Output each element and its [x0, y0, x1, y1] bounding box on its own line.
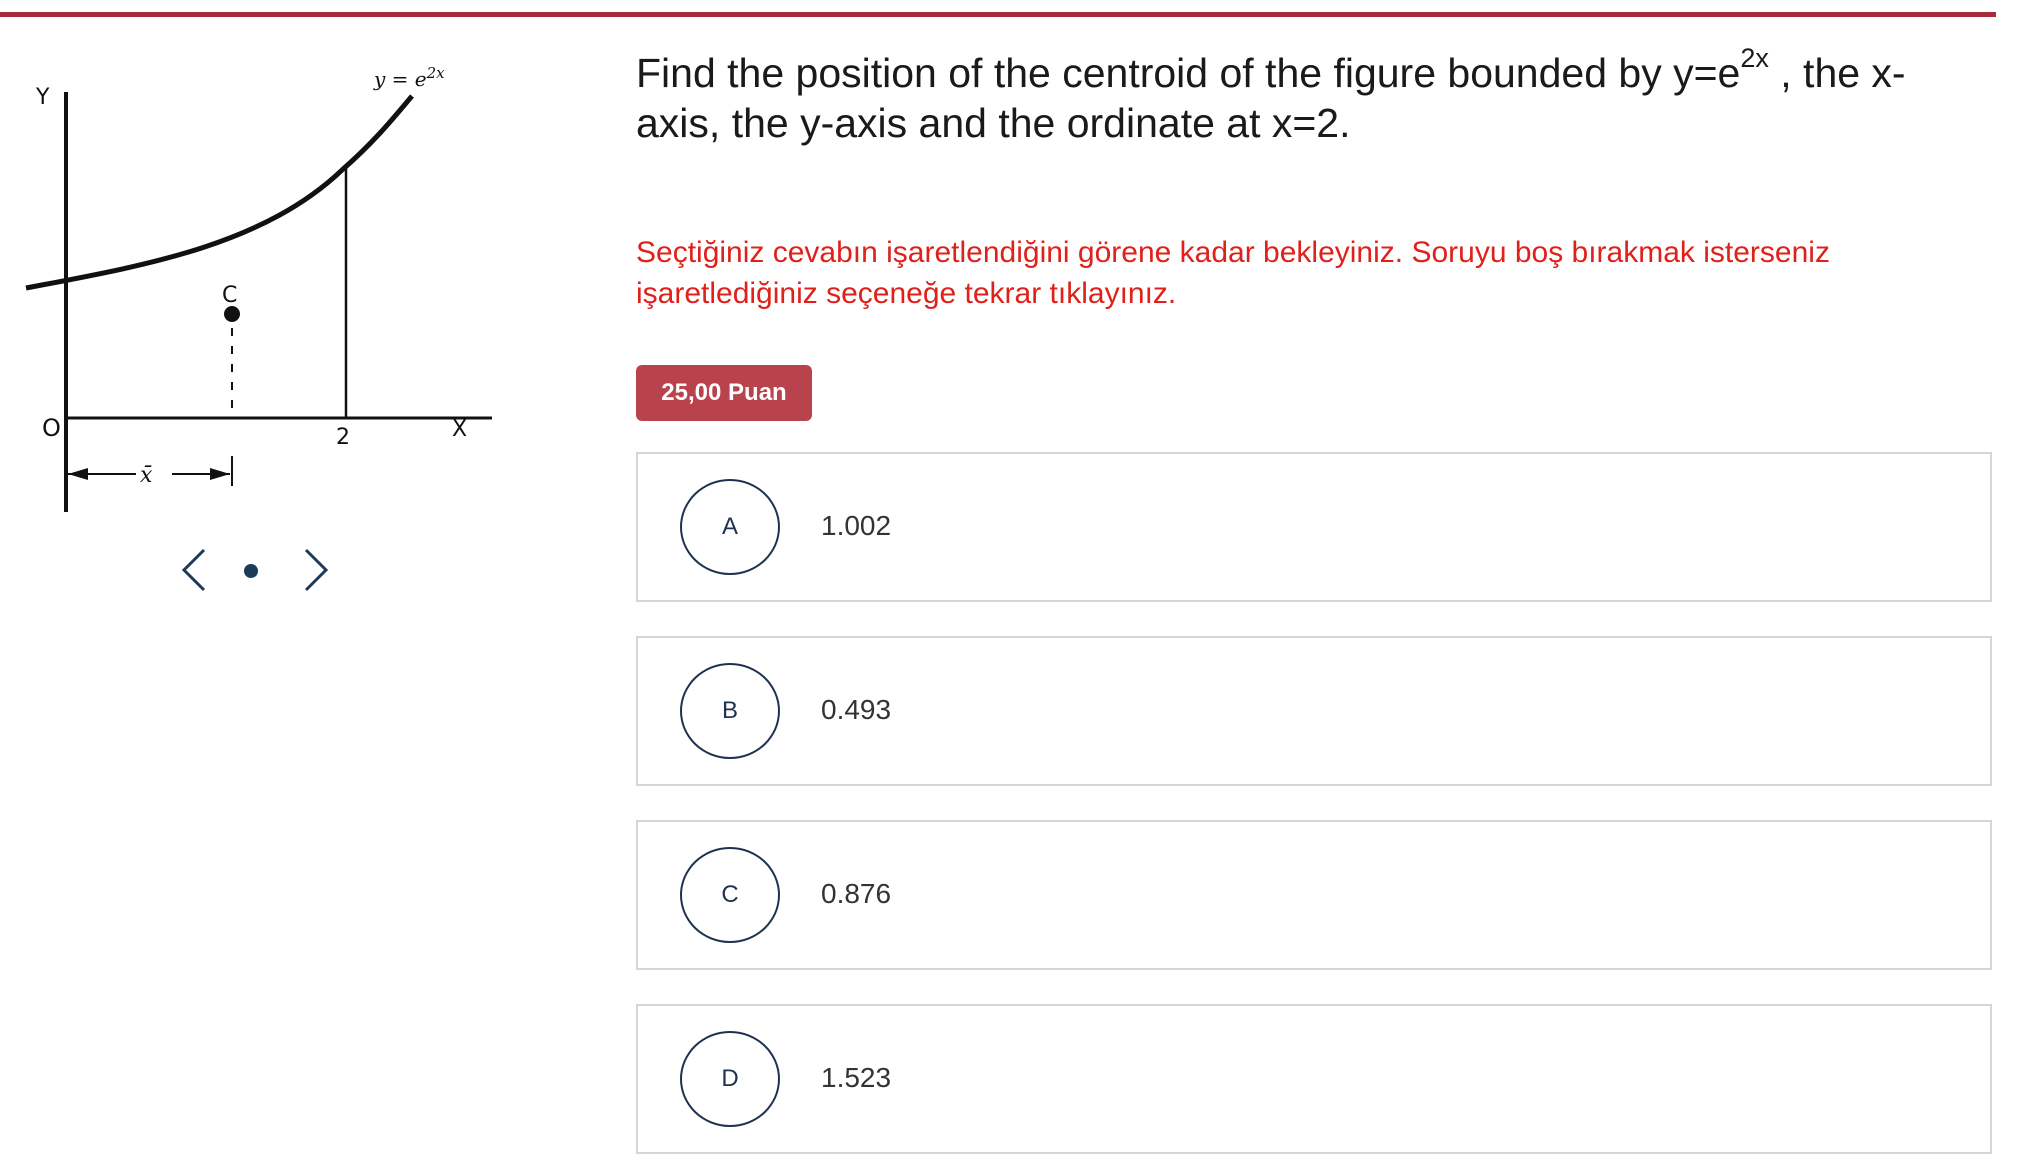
xbar-arrowhead-right	[210, 468, 230, 480]
points-badge: 25,00 Puan	[636, 365, 812, 421]
question-figure: Y X O C 2 x̄ y = e2x	[22, 56, 502, 536]
centroid-label: C	[222, 283, 237, 308]
option-letter-circle[interactable]: C	[680, 847, 780, 943]
question-text: Find the position of the centroid of the…	[636, 45, 1976, 148]
option-value: 0.876	[821, 878, 892, 909]
question-superscript: 2x	[1740, 43, 1769, 74]
origin-label: O	[42, 414, 61, 442]
option-letter-circle[interactable]: B	[680, 663, 780, 759]
centroid-diagram: Y X O C 2 x̄ y = e2x	[25, 64, 492, 512]
question-text-before: Find the position of the centroid of the…	[636, 50, 1741, 96]
xbar-label: x̄	[140, 463, 153, 488]
centroid-point	[224, 306, 240, 322]
carousel-dot-indicator[interactable]	[244, 564, 258, 578]
chevron-left-icon	[181, 548, 206, 592]
answer-option-d[interactable]: D 1.523	[636, 1004, 1992, 1154]
exponential-curve	[25, 94, 414, 291]
chevron-right-icon	[304, 548, 329, 592]
option-letter-circle[interactable]: A	[680, 479, 780, 575]
option-value: 1.523	[821, 1062, 892, 1093]
top-accent-rule	[0, 12, 1996, 17]
curve-label-base: y = e	[373, 67, 427, 91]
tick-label-2: 2	[336, 425, 350, 450]
y-axis-label: Y	[35, 85, 50, 110]
option-letter-circle[interactable]: D	[680, 1031, 780, 1127]
answer-option-b[interactable]: B 0.493	[636, 636, 1992, 786]
image-carousel	[170, 540, 340, 600]
carousel-next-button[interactable]	[290, 540, 340, 600]
xbar-arrowhead-left	[68, 468, 88, 480]
carousel-prev-button[interactable]	[170, 540, 220, 600]
option-value: 1.002	[821, 510, 892, 541]
option-value: 0.493	[821, 694, 892, 725]
curve-label: y = e2x	[373, 64, 445, 91]
answer-option-c[interactable]: C 0.876	[636, 820, 1992, 970]
answer-option-a[interactable]: A 1.002	[636, 452, 1992, 602]
curve-label-exponent: 2x	[426, 64, 446, 82]
x-axis-label: X	[452, 417, 467, 442]
instruction-notice: Seçtiğiniz cevabın işaretlendiğini gören…	[636, 236, 1830, 310]
